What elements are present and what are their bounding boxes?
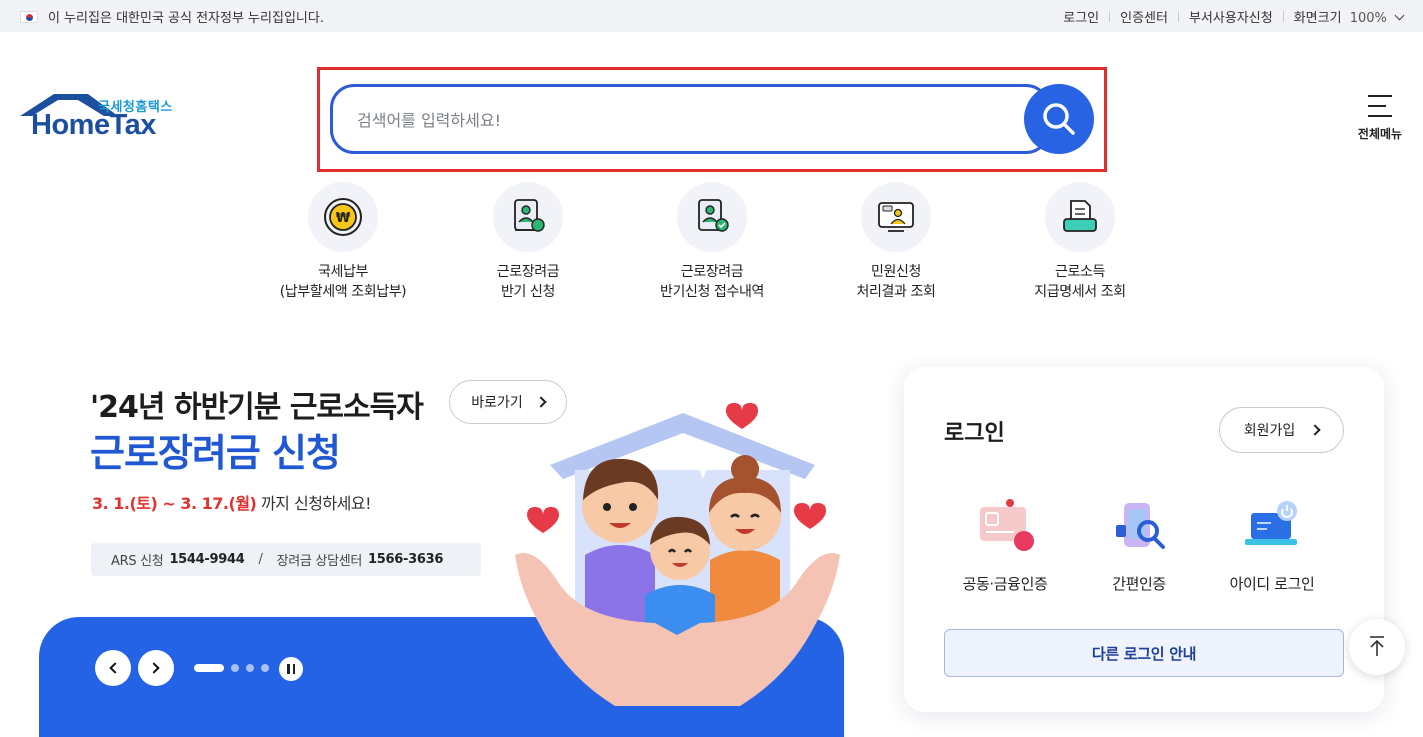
login-simple-option[interactable]: 간편인증 — [1074, 497, 1204, 594]
quick-income-statement[interactable]: 근로소득지급명세서 조회 — [1005, 182, 1155, 302]
center-number: 1566-3636 — [368, 552, 444, 567]
hometax-logo[interactable]: 국세청홈택스 HomeTax — [18, 92, 183, 150]
search-input[interactable] — [357, 105, 997, 135]
pagination-dot[interactable] — [261, 664, 269, 672]
banner-date: 3. 1.(토) ~ 3. 17.(월) 까지 신청하세요! — [92, 490, 371, 514]
arrow-up-icon — [1370, 636, 1384, 656]
quick-label-line1: 국세납부 — [318, 264, 368, 280]
certificate-card-icon — [980, 499, 1034, 551]
join-button[interactable]: 회원가입 — [1219, 407, 1344, 453]
monitor-person-icon — [878, 202, 914, 232]
top-login-link[interactable]: 로그인 — [1053, 7, 1109, 26]
chevron-down-icon — [1394, 10, 1405, 21]
chevron-right-icon — [1309, 424, 1321, 436]
pagination-dot[interactable] — [231, 664, 239, 672]
login-cert-option[interactable]: 공동·금융인증 — [940, 497, 1070, 594]
date-suffix: 까지 신청하세요! — [256, 494, 372, 513]
center-label: 장려금 상담센터 — [276, 554, 363, 569]
pause-icon — [287, 664, 290, 674]
quick-label-line1: 민원신청 — [871, 264, 921, 280]
dept-user-link[interactable]: 부서사용자신청 — [1179, 7, 1283, 26]
zoom-value: 100% — [1349, 11, 1387, 26]
login-option-label: 아이디 로그인 — [1229, 575, 1315, 593]
quick-label-line1: 근로소득 — [1055, 264, 1105, 280]
search-button[interactable] — [1024, 84, 1094, 154]
pagination-dot[interactable] — [246, 664, 254, 672]
banner-prev-button[interactable] — [95, 650, 131, 686]
phone-search-icon — [1116, 503, 1165, 549]
hamburger-icon — [1368, 95, 1392, 117]
document-person-icon — [514, 199, 545, 232]
chevron-right-icon — [148, 662, 160, 674]
chevron-left-icon — [109, 662, 121, 674]
banner-next-button[interactable] — [138, 650, 174, 686]
quick-civil-result[interactable]: 민원신청처리결과 조회 — [821, 182, 971, 302]
quick-label-line1: 근로장려금 — [680, 264, 744, 280]
zoom-label: 화면크기 — [1293, 11, 1342, 26]
quick-label-line1: 근로장려금 — [496, 264, 560, 280]
quick-tax-payment[interactable]: ₩ 국세납부 (납부할세액 조회납부) — [268, 182, 418, 302]
all-menu-button[interactable]: 전체메뉴 — [1352, 95, 1408, 142]
quick-label-line2: 처리결과 조회 — [856, 284, 936, 300]
banner-pagination — [194, 664, 269, 672]
login-id-option[interactable]: 아이디 로그인 — [1207, 497, 1337, 594]
quick-label-line2: (납부할세액 조회납부) — [279, 284, 407, 300]
ars-number: 1544-9944 — [169, 552, 245, 567]
cert-center-link[interactable]: 인증센터 — [1110, 7, 1178, 26]
won-coin-icon: ₩ — [324, 198, 362, 236]
ars-label: ARS 신청 — [111, 554, 164, 569]
login-option-label: 공동·금융인증 — [962, 575, 1048, 593]
scroll-top-button[interactable] — [1349, 619, 1405, 675]
banner-pause-button[interactable] — [279, 657, 303, 681]
login-card: 로그인 회원가입 공동·금융인증 간편인증 아이디 로그인 다른 로그인 안내 — [904, 367, 1384, 712]
separator: / — [258, 552, 263, 567]
document-check-icon — [698, 199, 729, 232]
join-label: 회원가입 — [1243, 423, 1296, 439]
login-title: 로그인 — [944, 421, 1005, 446]
pagination-dot-active[interactable] — [194, 664, 224, 672]
date-range: 3. 1.(토) ~ 3. 17.(월) — [92, 494, 257, 513]
gov-notice-text: 이 누리집은 대한민국 공식 전자정부 누리집입니다. — [48, 11, 324, 26]
gov-notice: 이 누리집은 대한민국 공식 전자정부 누리집입니다. — [20, 7, 324, 26]
logo-text: HomeTax — [31, 109, 156, 141]
banner-title-line2: 근로장려금 신청 — [90, 431, 341, 475]
quick-label-line2: 반기신청 접수내역 — [660, 284, 764, 300]
all-menu-label: 전체메뉴 — [1357, 127, 1403, 141]
quick-label-line2: 지급명세서 조회 — [1034, 284, 1126, 300]
korea-flag-icon — [20, 10, 38, 23]
printer-document-icon — [1063, 200, 1097, 232]
search-icon — [1043, 103, 1075, 135]
search-box — [330, 84, 1050, 154]
svg-text:₩: ₩ — [336, 211, 351, 226]
banner-title-line1: '24년 하반기분 근로소득자 — [90, 390, 424, 425]
top-links: 로그인 인증센터 부서사용자신청 화면크기 100% — [1053, 7, 1405, 26]
zoom-control[interactable]: 화면크기 100% — [1284, 7, 1405, 26]
gov-topbar: 이 누리집은 대한민국 공식 전자정부 누리집입니다. 로그인 인증센터 부서사… — [0, 0, 1423, 32]
family-illustration — [515, 403, 840, 706]
quick-incentive-history[interactable]: 근로장려금반기신청 접수내역 — [637, 182, 787, 302]
login-option-label: 간편인증 — [1112, 575, 1166, 593]
quick-label-line2: 반기 신청 — [501, 284, 555, 300]
laptop-power-icon — [1245, 501, 1297, 545]
quick-incentive-apply[interactable]: 근로장려금반기 신청 — [453, 182, 603, 302]
banner-contact-info: ARS 신청 1544-9944 / 장려금 상담센터 1566-3636 — [91, 543, 481, 576]
other-login-guide-button[interactable]: 다른 로그인 안내 — [944, 629, 1344, 677]
